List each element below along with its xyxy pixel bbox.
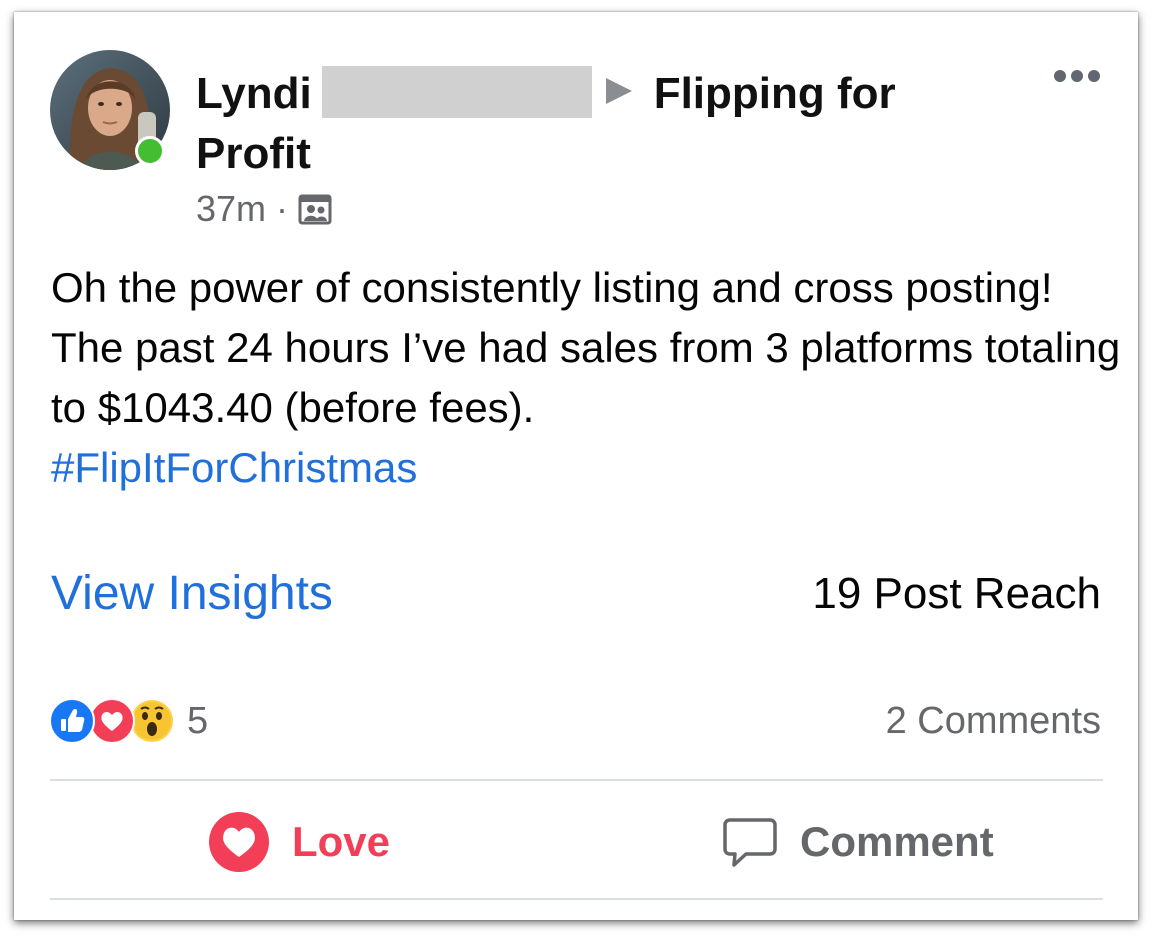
post-card: Lyndi Flipping for Profit 37m · Oh the po… <box>14 12 1138 920</box>
heart-icon <box>208 811 270 873</box>
post-timestamp[interactable]: 37m <box>196 188 266 230</box>
divider <box>50 779 1103 781</box>
comment-bubble-icon <box>722 814 778 870</box>
view-insights-link[interactable]: View Insights <box>51 564 333 624</box>
reaction-summary[interactable]: 5 <box>49 698 208 744</box>
wow-reaction-icon <box>129 698 175 744</box>
meta-separator: · <box>276 188 289 229</box>
like-reaction-icon <box>49 698 95 744</box>
reaction-count: 5 <box>187 699 209 742</box>
divider-bottom <box>50 898 1103 900</box>
love-button[interactable]: Love <box>208 810 390 874</box>
more-options-icon[interactable] <box>1054 70 1100 82</box>
online-status-dot <box>135 136 165 166</box>
redacted-last-name <box>321 66 592 118</box>
comments-count-link[interactable]: 2 Comments <box>886 698 1101 744</box>
post-reach: 19 Post Reach <box>812 569 1101 618</box>
group-audience-icon <box>298 192 332 226</box>
love-reaction-icon <box>89 698 135 744</box>
comment-label: Comment <box>800 818 994 865</box>
love-label: Love <box>292 818 391 865</box>
posted-to-arrow-icon <box>605 78 632 104</box>
hashtag-link[interactable]: #FlipItForChristmas <box>51 438 417 498</box>
comment-button[interactable]: Comment <box>722 810 994 874</box>
post-body: Oh the power of consistently listing and… <box>51 264 1121 431</box>
author-name[interactable]: Lyndi <box>196 69 312 118</box>
post-header-title: Lyndi Flipping for Profit <box>196 64 986 184</box>
post-meta: 37m · <box>196 188 332 230</box>
